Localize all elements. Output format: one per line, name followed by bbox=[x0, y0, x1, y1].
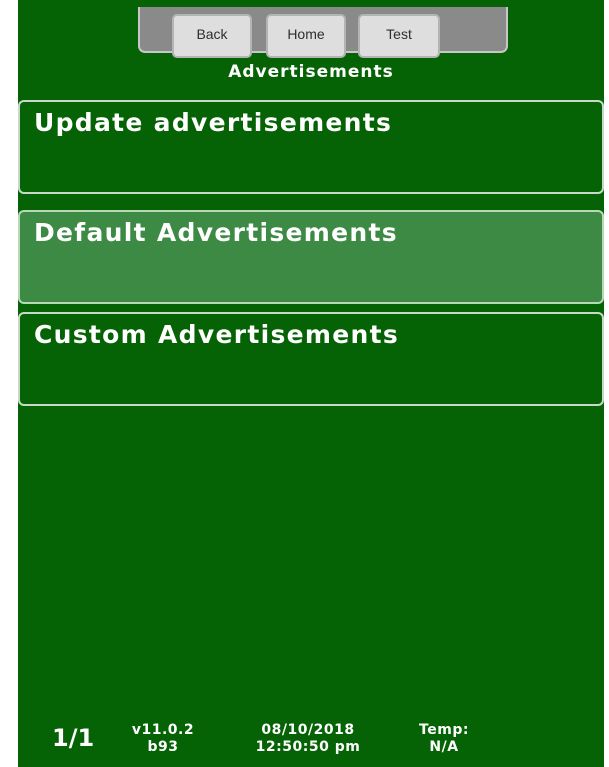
temperature: Temp: N/A bbox=[414, 722, 474, 756]
back-button[interactable]: Back bbox=[172, 14, 252, 58]
date-text: 08/10/2018 bbox=[261, 722, 355, 738]
page-title: Advertisements bbox=[228, 62, 394, 82]
page-count: 1/1 bbox=[52, 724, 95, 752]
temp-label: Temp: bbox=[419, 722, 469, 738]
test-button[interactable]: Test bbox=[358, 14, 440, 58]
menu-item-label: Custom Advertisements bbox=[34, 320, 400, 349]
time-text: 12:50:50 pm bbox=[255, 739, 361, 755]
temp-value: N/A bbox=[429, 739, 459, 755]
menu-item-label: Update advertisements bbox=[34, 108, 393, 137]
menu-item-label: Default Advertisements bbox=[34, 218, 398, 247]
screen: Advertisements Update advertisements Def… bbox=[18, 0, 604, 767]
menu-item-update-advertisements[interactable]: Update advertisements bbox=[18, 100, 604, 194]
date-time: 08/10/2018 12:50:50 pm bbox=[238, 722, 378, 756]
menu-item-custom-advertisements[interactable]: Custom Advertisements bbox=[18, 312, 604, 406]
version-info: v11.0.2 b93 bbox=[130, 722, 196, 756]
build-number: b93 bbox=[147, 739, 179, 755]
home-button[interactable]: Home bbox=[266, 14, 346, 58]
menu-item-default-advertisements[interactable]: Default Advertisements bbox=[18, 210, 604, 304]
status-footer: 1/1 v11.0.2 b93 08/10/2018 12:50:50 pm T… bbox=[18, 718, 604, 764]
version-number: v11.0.2 bbox=[131, 722, 195, 738]
